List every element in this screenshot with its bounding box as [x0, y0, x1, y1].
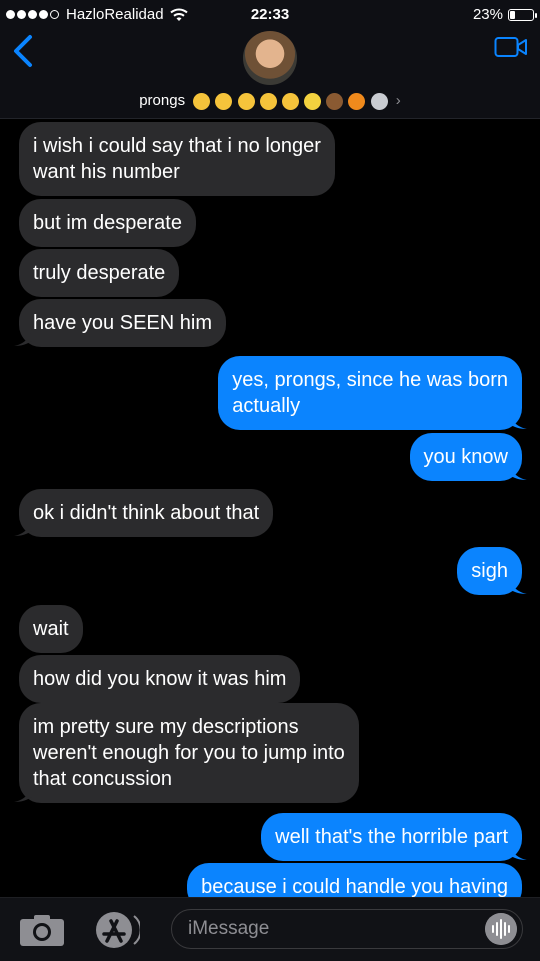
incoming-message-bubble[interactable]: im pretty sure my descriptions weren't en… — [14, 703, 359, 803]
message-text-line: i wish i could say that i no longer — [33, 135, 321, 157]
contact-avatar[interactable] — [243, 31, 297, 85]
message-text-line: truly desperate — [33, 262, 166, 284]
jack-o-lantern-emoji-icon — [348, 92, 366, 110]
bubble-tail — [509, 843, 527, 860]
status-time: 22:33 — [250, 6, 290, 23]
outgoing-message-bubble[interactable]: well that's the horrible part — [261, 813, 527, 861]
message-text-line: yes, prongs, since he was born — [232, 369, 508, 391]
message-text-line: actually — [232, 395, 301, 417]
outgoing-message-bubble[interactable]: sigh — [457, 547, 527, 595]
battery-percent: 23% — [472, 6, 503, 23]
message-text-line: wait — [33, 618, 69, 640]
message-text-line: sigh — [471, 560, 508, 582]
chevron-right-icon: › — [395, 92, 401, 109]
sun-face-emoji-icon — [304, 92, 322, 110]
message-text-line: im pretty sure my descriptions — [33, 716, 299, 738]
conversation-header: HazloRealidad 22:33 23% prongs › — [0, 0, 540, 119]
bubble-tail — [14, 519, 32, 536]
camera-button[interactable] — [18, 912, 66, 948]
message-placeholder: iMessage — [188, 918, 270, 939]
incoming-message-bubble[interactable]: wait — [19, 605, 83, 653]
message-text-line: ok i didn't think about that — [33, 502, 260, 524]
audio-message-button[interactable] — [485, 913, 517, 945]
bubble-tail — [14, 785, 32, 802]
alien-emoji-icon — [370, 92, 388, 110]
poop-emoji-icon — [326, 92, 344, 110]
hushed-face-emoji-icon — [259, 92, 277, 110]
message-text-line: well that's the horrible part — [275, 826, 508, 848]
tired-face-emoji-icon — [193, 92, 211, 110]
incoming-message-bubble[interactable]: how did you know it was him — [19, 655, 301, 703]
dizzy-face-emoji-icon — [237, 92, 255, 110]
message-text-line: how did you know it was him — [33, 668, 287, 690]
back-button[interactable] — [8, 34, 38, 68]
incoming-message-bubble[interactable]: ok i didn't think about that — [14, 489, 274, 537]
app-store-button[interactable] — [90, 910, 140, 950]
contact-name: prongs — [139, 92, 186, 109]
outgoing-message-bubble[interactable]: you know — [409, 433, 527, 481]
contact-info-button[interactable]: prongs › — [0, 92, 540, 110]
cowboy-face-emoji-icon — [281, 92, 299, 110]
incoming-message-bubble[interactable]: but im desperate — [19, 199, 196, 247]
astonished-face-emoji-icon — [215, 92, 233, 110]
contact-emoji-strip — [193, 92, 388, 110]
bubble-tail — [509, 463, 527, 480]
incoming-message-bubble[interactable]: truly desperate — [19, 249, 180, 297]
message-input[interactable]: iMessage — [171, 909, 523, 949]
status-right: 23% — [472, 6, 537, 23]
message-thread[interactable]: i wish i could say that i no longer want … — [0, 119, 540, 897]
message-text-line: that concussion — [33, 768, 172, 790]
bubble-tail — [509, 412, 527, 429]
message-text-line: you know — [423, 446, 509, 468]
message-text-line: but im desperate — [33, 212, 182, 234]
compose-bar: iMessage — [0, 897, 540, 961]
message-text-line: want his number — [33, 161, 180, 183]
outgoing-message-bubble[interactable]: because i could handle you having — [187, 863, 522, 897]
bubble-tail — [14, 329, 32, 346]
message-text-line: weren't enough for you to jump into — [33, 742, 345, 764]
outgoing-message-bubble[interactable]: yes, prongs, since he was born actually — [218, 356, 527, 430]
message-text-line: have you SEEN him — [33, 312, 212, 334]
video-call-button[interactable] — [494, 36, 528, 58]
incoming-message-bubble[interactable]: have you SEEN him — [14, 299, 226, 347]
status-bar: HazloRealidad 22:33 23% — [0, 0, 540, 30]
message-text-line: because i could handle you having — [201, 876, 508, 897]
battery-icon — [508, 8, 537, 21]
incoming-message-bubble[interactable]: i wish i could say that i no longer want … — [19, 122, 335, 196]
bubble-tail — [509, 577, 527, 594]
